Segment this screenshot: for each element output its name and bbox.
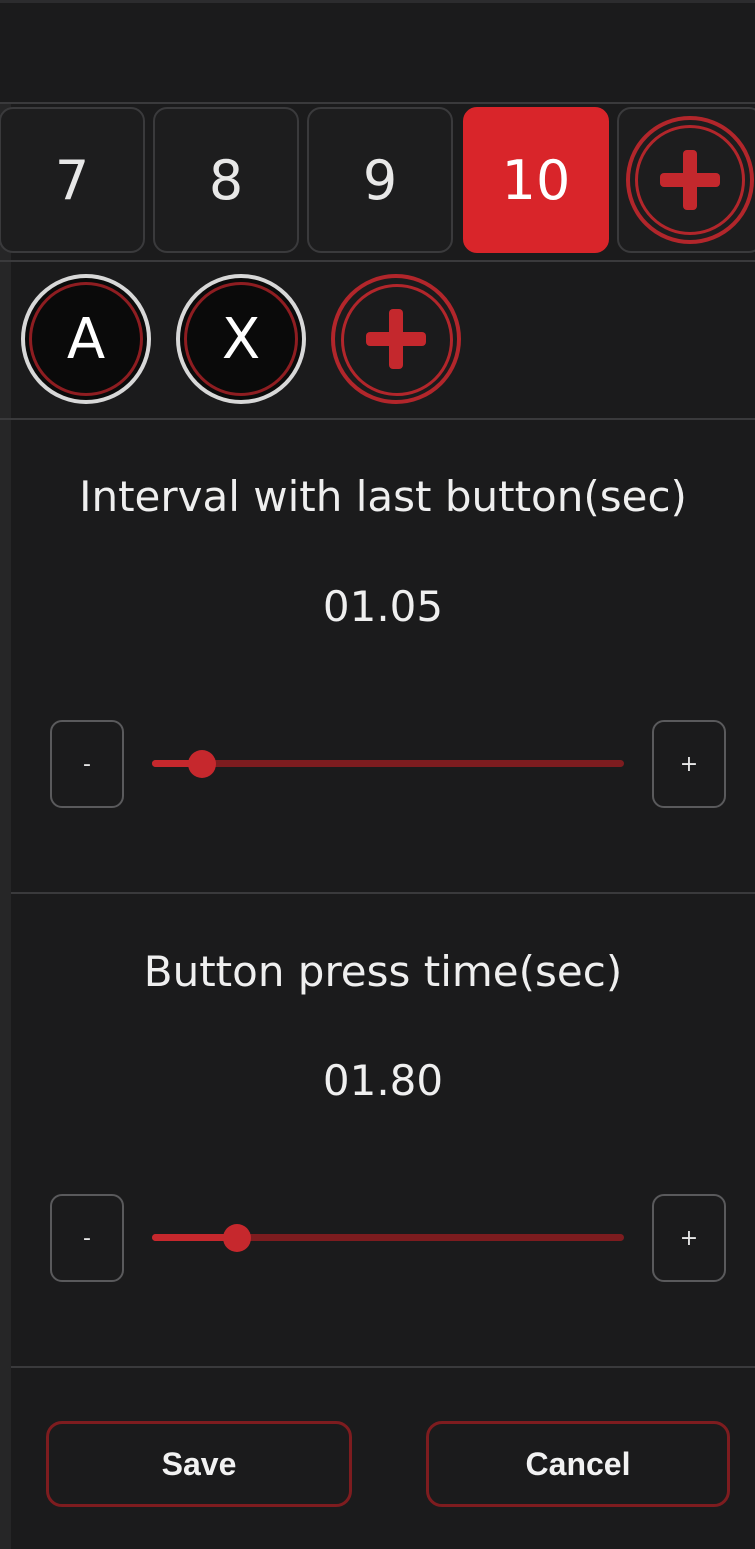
interval-slider-thumb[interactable] (187, 750, 216, 778)
header-band (0, 0, 755, 104)
key-letter: A (66, 306, 106, 372)
press-time-slider[interactable] (152, 1224, 624, 1252)
sequence-row: 7 8 9 10 (0, 104, 755, 262)
press-time-increase-button[interactable]: + (652, 1194, 726, 1282)
header-edge (0, 0, 755, 3)
cancel-button[interactable]: Cancel (426, 1421, 730, 1507)
interval-increase-button[interactable]: + (652, 720, 726, 808)
sequence-tile-9[interactable]: 9 (307, 107, 453, 253)
interval-section: Interval with last button(sec) 01.05 - + (11, 420, 755, 892)
press-time-decrease-button[interactable]: - (50, 1194, 124, 1282)
sequence-tile-7[interactable]: 7 (0, 107, 145, 253)
key-badge-a[interactable]: A (21, 274, 151, 404)
sequence-tile-10[interactable]: 10 (463, 107, 609, 253)
key-letter: X (221, 306, 261, 372)
interval-title: Interval with last button(sec) (79, 472, 687, 521)
interval-decrease-button[interactable]: - (50, 720, 124, 808)
save-button[interactable]: Save (46, 1421, 352, 1507)
press-time-slider-thumb[interactable] (222, 1224, 251, 1252)
sequence-tile-8[interactable]: 8 (153, 107, 299, 253)
press-time-title: Button press time(sec) (143, 947, 623, 996)
section-divider (11, 1366, 755, 1368)
press-time-section: Button press time(sec) 01.80 - + (11, 894, 755, 1366)
button-keys-row: A X (0, 262, 755, 420)
add-sequence-tile[interactable] (617, 107, 755, 253)
interval-value: 01.05 (322, 582, 444, 631)
add-button-key-icon[interactable] (331, 274, 461, 404)
interval-slider[interactable] (152, 750, 624, 778)
key-badge-x[interactable]: X (176, 274, 306, 404)
press-time-value: 01.80 (322, 1056, 444, 1105)
plus-circle-icon (626, 116, 754, 244)
